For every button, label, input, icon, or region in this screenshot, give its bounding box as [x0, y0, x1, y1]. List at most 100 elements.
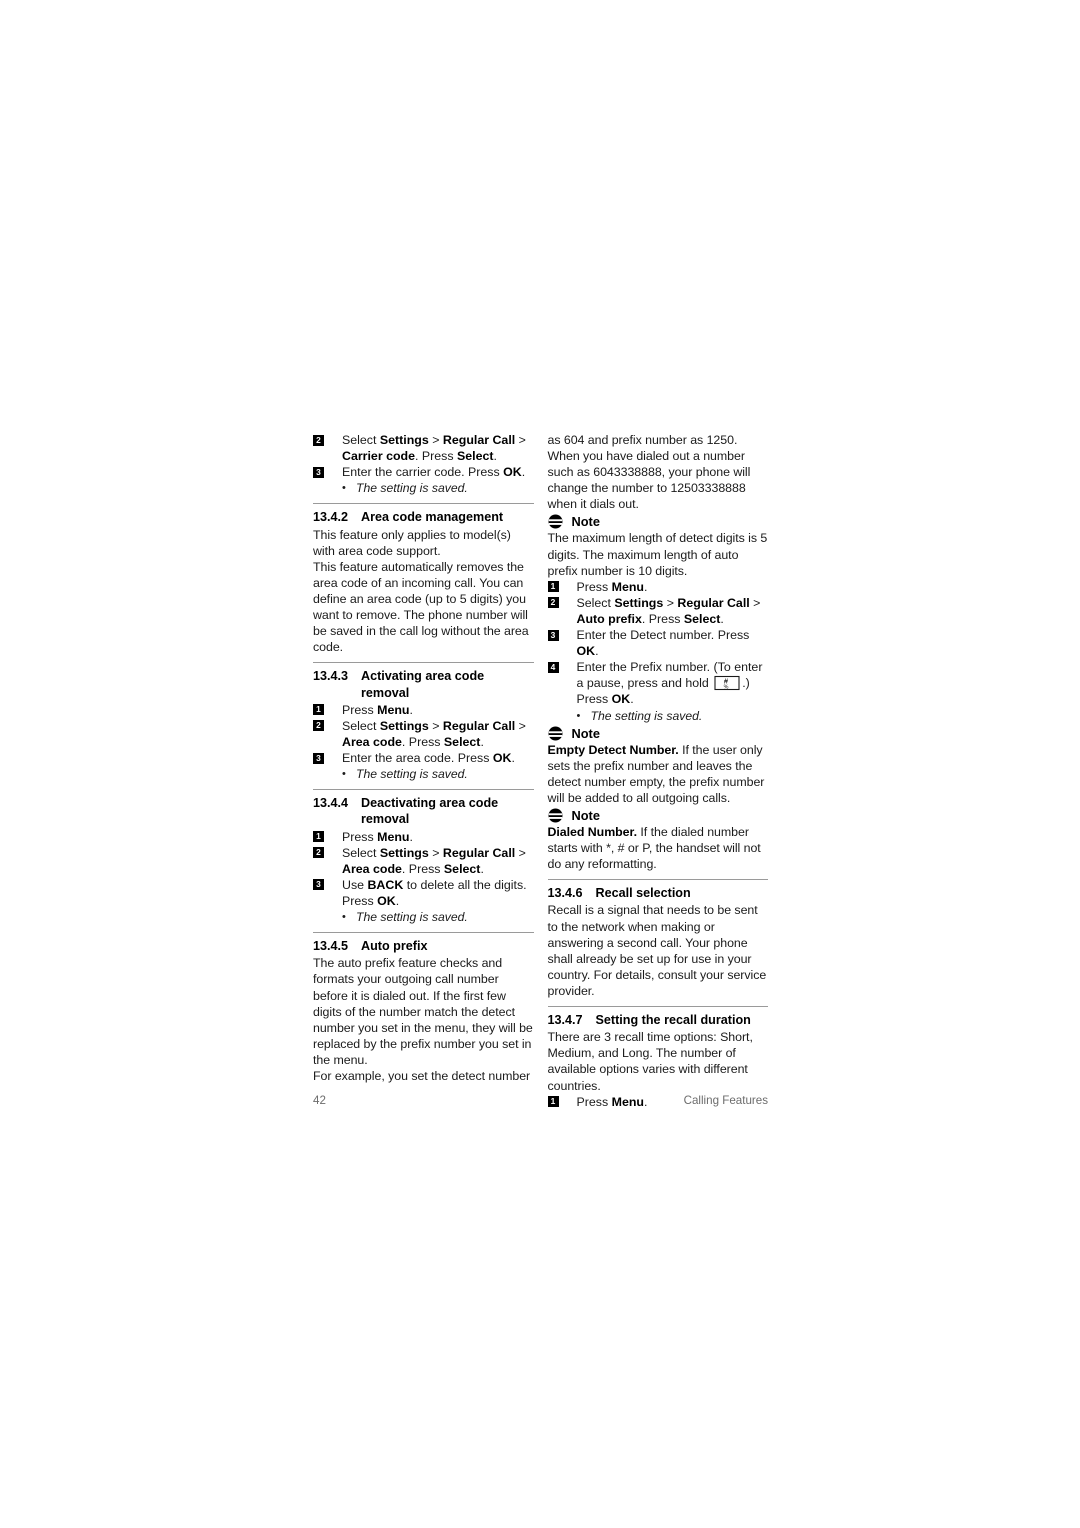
heading-number: 13.4.3 [313, 669, 349, 684]
step-text: Press Menu. [576, 579, 648, 594]
section-divider [313, 503, 534, 505]
paragraph: The auto prefix feature checks and forma… [313, 956, 533, 1067]
setting-saved-text: The setting is saved. [356, 910, 468, 925]
note-icon [548, 808, 563, 823]
numbered-step: 4 Enter the Prefix number. (To enter a pa… [547, 659, 769, 707]
heading-title: Recall selection [595, 886, 691, 901]
step-number-marker: 2 [313, 847, 324, 859]
heading-title: Deactivating area code removal [361, 796, 499, 827]
note-label: Note [571, 725, 600, 741]
heading-13-4-4: 13.4.4 Deactivating area code removal [313, 795, 534, 827]
step-text: Select Settings > Regular Call > Auto pr… [576, 595, 761, 626]
heading-13-4-3: 13.4.3 Activating area code removal [313, 668, 534, 700]
heading-number: 13.4.2 [313, 510, 349, 525]
svg-text:%: % [724, 685, 729, 691]
heading-title: Auto prefix [361, 939, 428, 954]
heading-title: Area code management [361, 510, 504, 525]
right-column: as 604 and prefix number as 1250. When y… [547, 432, 769, 1110]
two-column-body: 2 Select Settings > Regular Call > Carrie… [313, 432, 768, 1110]
deactivating-area-code-steps: 1 Press Menu. 2 Select Settings > Regular C… [313, 829, 534, 909]
step-number-marker: 1 [313, 831, 324, 843]
step-number-marker: 3 [547, 629, 559, 641]
numbered-step: 2 Select Settings > Regular Call > Area c… [313, 845, 534, 877]
numbered-step: 1 Press Menu. [313, 702, 534, 718]
heading-number: 13.4.6 [547, 886, 583, 901]
step-text: Select Settings > Regular Call > Area co… [342, 845, 526, 876]
step-text: Enter the Detect number. Press OK. [576, 628, 750, 659]
numbered-step: 2 Select Settings > Regular Call > Carrie… [313, 432, 534, 464]
note-icon [548, 514, 563, 529]
paragraph: This feature only applies to model(s) wi… [313, 527, 511, 558]
numbered-step: 3 Enter the Detect number. Press OK. [547, 627, 769, 659]
step-number-marker: 2 [313, 434, 324, 446]
step-number-marker: 1 [313, 704, 324, 716]
heading-number: 13.4.7 [547, 1013, 583, 1028]
setting-saved-note: • The setting is saved. [313, 909, 534, 925]
heading-13-4-7: 13.4.7 Setting the recall duration [548, 1012, 769, 1028]
note-label: Note [571, 807, 600, 823]
numbered-step: 3 Use BACK to delete all the digits. Pres… [313, 877, 534, 909]
setting-saved-note: • The setting is saved. [548, 708, 769, 724]
manual-page: 2 Select Settings > Regular Call > Carrie… [0, 0, 1080, 1528]
note-block-header: Note [548, 726, 769, 741]
setting-saved-note: • The setting is saved. [313, 766, 534, 782]
step-text: Enter the area code. Press OK. [342, 751, 515, 766]
carrier-code-steps: 2 Select Settings > Regular Call > Carrie… [313, 432, 534, 480]
numbered-step: 2 Select Settings > Regular Call > Auto p… [547, 595, 769, 627]
step-text: Enter the Prefix number. (To enter a pau… [576, 660, 763, 707]
numbered-step: 3 Enter the area code. Press OK. [313, 750, 534, 766]
note-icon [548, 726, 563, 741]
bullet-dot: • [342, 768, 346, 781]
step-number-marker: 2 [313, 720, 324, 732]
bullet-dot: • [576, 709, 581, 722]
numbered-step: 1 Press Menu. [313, 829, 534, 845]
setting-saved-text: The setting is saved. [356, 767, 468, 782]
page-footer: 42 Calling Features [313, 1094, 768, 1107]
auto-prefix-steps: 1 Press Menu. 2 Select Settings > Regular C… [547, 579, 769, 708]
heading-title: Activating area code removal [361, 669, 485, 700]
setting-saved-text: The setting is saved. [590, 708, 703, 723]
bullet-dot: • [342, 482, 346, 495]
note-block-header: Note [548, 514, 769, 529]
step-number-marker: 3 [313, 879, 324, 891]
paragraph: For example, you set the detect number [313, 1069, 531, 1084]
note-block-header: Note [548, 808, 769, 823]
numbered-step: 2 Select Settings > Regular Call > Area c… [313, 718, 534, 750]
section-divider [547, 1006, 768, 1008]
paragraph: There are 3 recall time options: Short, … [547, 1030, 753, 1093]
step-number-marker: 1 [547, 581, 559, 593]
numbered-step: 1 Press Menu. [547, 579, 769, 595]
paragraph: This feature automatically removes the a… [313, 559, 529, 655]
chapter-name: Calling Features [683, 1094, 768, 1107]
numbered-step: 3 Enter the carrier code. Press OK. [313, 464, 534, 480]
step-text: Select Settings > Regular Call > Area co… [342, 718, 526, 749]
heading-13-4-6: 13.4.6 Recall selection [548, 885, 769, 901]
section-divider [313, 789, 534, 791]
section-divider [313, 932, 534, 934]
note-label: Note [571, 514, 600, 530]
heading-13-4-5: 13.4.5 Auto prefix [313, 938, 534, 954]
setting-saved-text: The setting is saved. [356, 481, 468, 496]
heading-13-4-2: 13.4.2 Area code management [313, 509, 534, 525]
section-divider [547, 879, 768, 881]
bullet-dot: • [342, 911, 346, 924]
step-number-marker: 3 [313, 752, 324, 764]
section-divider [313, 662, 534, 664]
paragraph: Recall is a signal that needs to be sent… [547, 903, 767, 998]
step-number-marker: 3 [313, 466, 324, 478]
step-text: Select Settings > Regular Call > Carrier… [342, 433, 526, 464]
step-text: Enter the carrier code. Press OK. [342, 465, 526, 480]
heading-title: Setting the recall duration [595, 1013, 751, 1028]
step-text: Use BACK to delete all the digits. Press… [342, 877, 527, 908]
heading-number: 13.4.4 [313, 796, 349, 811]
paragraph: as 604 and prefix number as 1250. When y… [547, 433, 751, 512]
step-text: Press Menu. [342, 702, 413, 717]
step-number-marker: 4 [547, 661, 559, 673]
note-body: Dialed Number. If the dialed number star… [547, 824, 761, 872]
note-body: Empty Detect Number. If the user only se… [547, 742, 765, 805]
heading-number: 13.4.5 [313, 939, 349, 954]
hash-key-icon: #% [714, 675, 740, 691]
setting-saved-note: • The setting is saved. [313, 480, 534, 496]
step-text: Press Menu. [342, 829, 413, 844]
step-number-marker: 2 [547, 597, 559, 609]
